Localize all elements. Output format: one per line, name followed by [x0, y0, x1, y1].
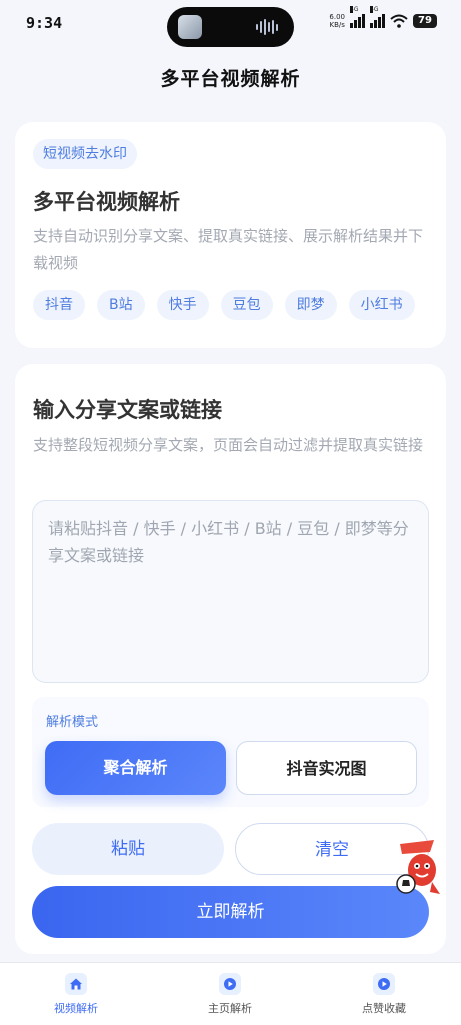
intro-description: 支持自动识别分享文案、提取真实链接、展示解析结果并下载视频 [33, 227, 424, 272]
mode-label: 解析模式 [46, 715, 99, 730]
input-title: 输入分享文案或链接 [33, 398, 222, 422]
play-icon [219, 973, 241, 995]
parse-now-button[interactable]: 立即解析 [32, 886, 429, 938]
status-bar: 9:34 6.00 KB/s 5G 5G 79 [0, 0, 461, 50]
platform-tag: 小红书 [348, 290, 415, 320]
input-card: 输入分享文案或链接 支持整段短视频分享文案，页面会自动过滤并提取真实链接 请粘贴… [15, 364, 446, 954]
input-placeholder: 请粘贴抖音 / 快手 / 小红书 / B站 / 豆包 / 即梦等分享文案或链接 [48, 519, 409, 565]
signal-icon: 5G [350, 6, 365, 28]
feature-tag: 短视频去水印 [33, 139, 137, 169]
platform-tag: 抖音 [33, 290, 85, 320]
intro-title: 多平台视频解析 [33, 190, 180, 214]
intro-card: 短视频去水印 多平台视频解析 支持自动识别分享文案、提取真实链接、展示解析结果并… [15, 122, 446, 348]
network-speed: 6.00 KB/s [329, 13, 345, 29]
input-description: 支持整段短视频分享文案，页面会自动过滤并提取真实链接 [33, 436, 424, 454]
media-thumbnail-icon [178, 15, 202, 39]
dynamic-island[interactable] [167, 7, 294, 47]
platform-tag: B站 [97, 290, 145, 320]
mode-douyin-live-photo-button[interactable]: 抖音实况图 [236, 741, 417, 795]
home-icon [65, 973, 87, 995]
signal-icon: 5G [370, 6, 385, 28]
mode-selector: 解析模式 聚合解析 抖音实况图 [32, 697, 429, 807]
share-text-input[interactable]: 请粘贴抖音 / 快手 / 小红书 / B站 / 豆包 / 即梦等分享文案或链接 [32, 500, 429, 683]
platform-tag: 豆包 [220, 290, 273, 320]
paste-button[interactable]: 粘贴 [32, 823, 224, 875]
status-time: 9:34 [26, 14, 63, 32]
battery-indicator: 79 [413, 14, 437, 28]
tab-profile-parse[interactable]: 主页解析 [175, 973, 285, 1016]
tab-label: 点赞收藏 [362, 1002, 406, 1015]
audio-wave-icon [256, 19, 278, 35]
platform-list: 抖音 B站 快手 豆包 即梦 小红书 [33, 290, 415, 320]
page-title: 多平台视频解析 [160, 68, 301, 90]
wifi-icon [390, 14, 408, 28]
play-icon [373, 973, 395, 995]
tab-video-parse[interactable]: 视频解析 [21, 973, 131, 1016]
platform-tag: 即梦 [284, 290, 337, 320]
mode-aggregate-button[interactable]: 聚合解析 [45, 741, 226, 795]
mascot-sticker[interactable] [390, 838, 446, 900]
bottom-tab-bar: 视频解析 主页解析 点赞收藏 [0, 962, 461, 1025]
tab-likes-favorites[interactable]: 点赞收藏 [329, 973, 439, 1016]
tab-label: 视频解析 [54, 1002, 98, 1015]
tab-label: 主页解析 [208, 1002, 252, 1015]
platform-tag: 快手 [156, 290, 209, 320]
